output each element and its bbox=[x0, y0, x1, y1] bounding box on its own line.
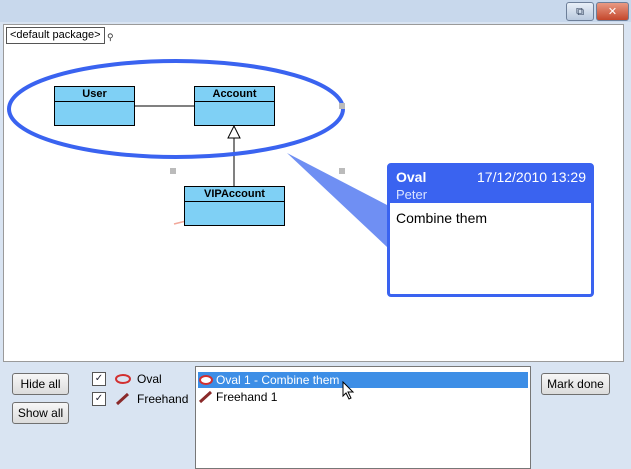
selection-handle[interactable] bbox=[339, 103, 345, 109]
close-button[interactable]: ✕ bbox=[596, 2, 629, 21]
mouse-cursor-icon bbox=[342, 381, 355, 400]
annotation-list[interactable]: Oval 1 - Combine them Freehand 1 bbox=[195, 366, 531, 469]
class-name: VIPAccount bbox=[185, 187, 284, 202]
checkbox-freehand[interactable]: ✓ bbox=[92, 392, 106, 406]
annotation-panel: Hide all Show all ✓ Oval ✓ Freehand Oval… bbox=[3, 362, 629, 469]
comment-text: Combine them bbox=[396, 210, 488, 226]
restore-icon: ⧉ bbox=[576, 4, 584, 18]
class-user[interactable]: User bbox=[54, 86, 135, 126]
list-item[interactable]: Freehand 1 bbox=[198, 389, 528, 405]
filter-label: Oval bbox=[137, 372, 162, 386]
freehand-icon bbox=[115, 392, 130, 406]
checkbox-oval[interactable]: ✓ bbox=[92, 372, 106, 386]
generalization-arrowhead bbox=[227, 124, 241, 139]
class-account[interactable]: Account bbox=[194, 86, 275, 126]
restore-button[interactable]: ⧉ bbox=[566, 2, 594, 21]
class-name: User bbox=[55, 87, 134, 102]
class-vipaccount[interactable]: VIPAccount bbox=[184, 186, 285, 226]
search-icon[interactable]: ⚲ bbox=[107, 32, 114, 43]
oval-icon bbox=[199, 375, 213, 385]
comment-date: 17/12/2010 13:29 bbox=[477, 169, 586, 185]
list-item[interactable]: Oval 1 - Combine them bbox=[198, 372, 528, 388]
class-name: Account bbox=[195, 87, 274, 102]
list-item-label: Oval 1 - Combine them bbox=[216, 373, 340, 387]
show-all-button[interactable]: Show all bbox=[12, 402, 69, 424]
hide-all-button[interactable]: Hide all bbox=[12, 373, 69, 395]
comment-callout[interactable]: Oval 17/12/2010 13:29 Peter Combine them bbox=[387, 163, 594, 297]
filter-freehand[interactable]: ✓ Freehand bbox=[92, 392, 188, 406]
close-icon: ✕ bbox=[607, 5, 618, 18]
comment-header: Oval 17/12/2010 13:29 Peter bbox=[390, 166, 591, 203]
comment-author: Peter bbox=[396, 187, 428, 202]
selection-handle[interactable] bbox=[339, 168, 345, 174]
filter-oval[interactable]: ✓ Oval bbox=[92, 372, 162, 386]
comment-type: Oval bbox=[396, 169, 427, 185]
filter-label: Freehand bbox=[137, 392, 189, 406]
selection-handle[interactable] bbox=[170, 168, 176, 174]
callout-pointer bbox=[287, 153, 387, 247]
list-item-label: Freehand 1 bbox=[216, 390, 278, 404]
package-tab[interactable]: <default package> bbox=[6, 27, 105, 44]
mark-done-button[interactable]: Mark done bbox=[541, 373, 610, 395]
oval-icon bbox=[115, 374, 131, 384]
diagram-canvas[interactable]: <default package> ⚲ User Account VIPAcco… bbox=[3, 24, 624, 362]
freehand-icon bbox=[198, 390, 213, 404]
title-bar: ⧉ ✕ bbox=[0, 0, 631, 22]
